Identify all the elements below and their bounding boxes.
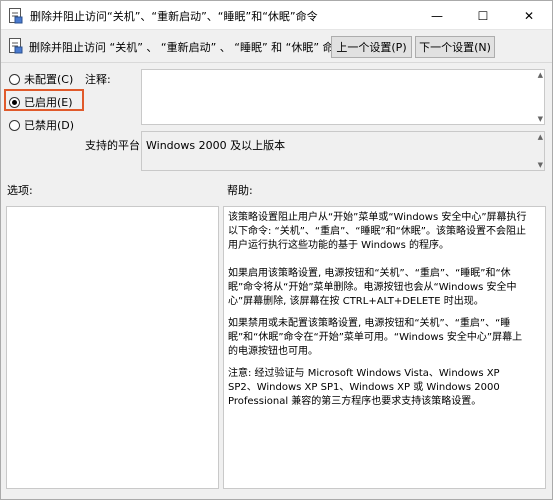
- radio-button[interactable]: [9, 73, 20, 85]
- supported-platform-value: Windows 2000 及以上版本: [146, 139, 286, 152]
- supported-platform-label: 支持的平台:: [85, 139, 144, 152]
- radio-button-selected[interactable]: [9, 96, 20, 108]
- title-bar: 删除并阻止访问“关机”、“重新启动”、“睡眠”和“休眠”命令 — ☐ ✕: [1, 1, 552, 30]
- radio-not-configured[interactable]: 未配置(C): [9, 71, 73, 87]
- policy-setting-icon: [9, 38, 23, 54]
- window-title: 删除并阻止访问“关机”、“重新启动”、“睡眠”和“休眠”命令: [30, 10, 318, 23]
- policy-setting-window: 删除并阻止访问“关机”、“重新启动”、“睡眠”和“休眠”命令 — ☐ ✕ 删除并…: [0, 0, 553, 500]
- maximize-icon[interactable]: ☐: [460, 1, 506, 30]
- policy-name: 删除并阻止访问 “关机” 、 “重新启动” 、 “睡眠” 和 “休眠” 命令: [29, 41, 345, 54]
- radio-label: 已启用(E): [24, 96, 73, 109]
- radio-label: 未配置(C): [24, 73, 74, 86]
- help-panel: 该策略设置阻止用户从“开始”菜单或“Windows 安全中心”屏幕执行以下命令:…: [223, 206, 546, 489]
- radio-enabled[interactable]: 已启用(E): [9, 94, 73, 110]
- scroll-up-icon[interactable]: ▲: [538, 71, 543, 79]
- radio-label: 已禁用(D): [24, 119, 75, 132]
- minimize-icon[interactable]: —: [414, 1, 460, 30]
- close-icon[interactable]: ✕: [506, 1, 552, 30]
- help-paragraph: 如果禁用或未配置该策略设置, 电源按钮和“关机”、“重启”、“睡眠”和“休眠”命…: [228, 318, 523, 357]
- scroll-down-icon[interactable]: ▼: [538, 161, 543, 169]
- help-paragraph: 该策略设置阻止用户从“开始”菜单或“Windows 安全中心”屏幕执行以下命令:…: [228, 212, 527, 251]
- radio-disabled[interactable]: 已禁用(D): [9, 117, 74, 133]
- policy-setting-icon: [9, 8, 23, 24]
- previous-setting-button[interactable]: 上一个设置(P): [331, 36, 412, 58]
- help-paragraph: 如果启用该策略设置, 电源按钮和“关机”、“重启”、“睡眠”和“休眠”命令将从“…: [228, 268, 517, 307]
- supported-platform-box: Windows 2000 及以上版本 ▲ ▼: [141, 131, 545, 171]
- help-paragraph: 注意: 经过验证与 Microsoft Windows Vista、Window…: [228, 368, 500, 407]
- help-label: 帮助:: [227, 184, 253, 197]
- radio-button[interactable]: [9, 119, 20, 131]
- scroll-up-icon[interactable]: ▲: [538, 133, 543, 141]
- comment-label: 注释:: [85, 73, 111, 86]
- comment-textarea[interactable]: ▲ ▼: [141, 69, 545, 125]
- options-label: 选项:: [7, 184, 33, 197]
- next-setting-button[interactable]: 下一个设置(N): [415, 36, 495, 58]
- header-divider: [1, 62, 552, 63]
- options-panel: [6, 206, 219, 489]
- scroll-down-icon[interactable]: ▼: [538, 115, 543, 123]
